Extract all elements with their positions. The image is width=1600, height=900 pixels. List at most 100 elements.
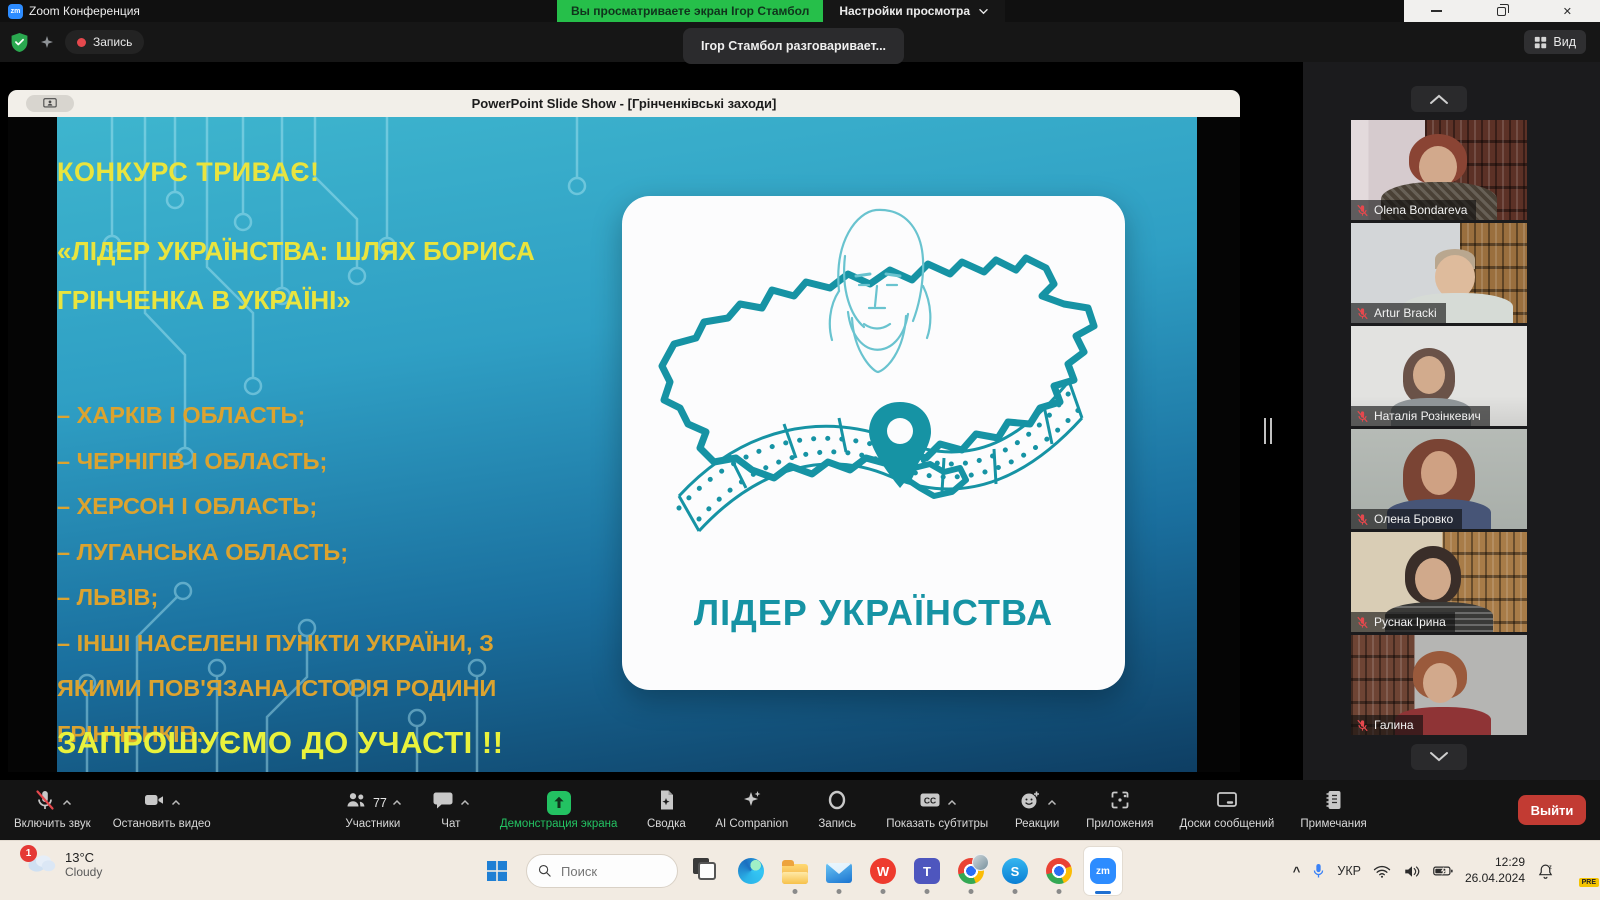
toolbar-summary-button[interactable]: Сводка (643, 791, 689, 830)
wifi-icon[interactable] (1373, 864, 1391, 879)
active-speaker-tooltip: Iгор Стамбол разговаривает... (683, 28, 904, 64)
chevron-up-icon[interactable] (460, 799, 470, 807)
slide-heading: КОНКУРС ТРИВАЄ! (57, 157, 320, 188)
volume-icon[interactable] (1403, 864, 1421, 879)
taskbar-app-skype[interactable]: S (996, 847, 1034, 895)
participant-name-tag: Галина (1351, 715, 1423, 735)
taskbar-app-teams[interactable]: T (908, 847, 946, 895)
participant-name-tag: Олена Бровко (1351, 509, 1462, 529)
panel-resize-handle[interactable] (1264, 418, 1272, 444)
window-controls: ✕ (1404, 0, 1600, 22)
mic-muted-icon (1356, 616, 1369, 629)
toolbar-share-screen-button[interactable]: Демонстрация экрана (500, 791, 618, 830)
taskbar-app-edge[interactable] (732, 847, 770, 895)
slide-location-item: – ХАРКІВ І ОБЛАСТЬ; (57, 393, 582, 439)
presenter-view-button[interactable] (26, 95, 74, 112)
slide-cta: ЗАПРОШУЄМО ДО УЧАСТІ !! (57, 725, 504, 761)
view-settings-dropdown[interactable]: Настройки просмотра (823, 0, 1005, 22)
mic-muted-icon (1356, 307, 1369, 320)
participant-video[interactable]: Руснак Ірина (1351, 532, 1527, 632)
notes-icon (1322, 788, 1346, 817)
reactions-icon (1018, 788, 1042, 817)
window-titlebar: zm Zoom Конференция Вы просматриваете эк… (0, 0, 1600, 22)
captions-icon: CC (918, 788, 942, 817)
taskbar-app-zoom[interactable]: zm (1084, 847, 1122, 895)
zoom-app-icon: zm (8, 4, 23, 19)
chat-icon (431, 788, 455, 817)
toolbar-whiteboard-button[interactable]: Доски сообщений (1179, 791, 1274, 830)
participant-name-tag: Руснак Ірина (1351, 612, 1455, 632)
participant-video[interactable]: Галина (1351, 635, 1527, 735)
chevron-up-icon (1428, 93, 1450, 105)
notification-bell-icon[interactable]: z (1537, 863, 1554, 880)
panel-gap (1240, 62, 1303, 780)
close-button[interactable]: ✕ (1535, 0, 1600, 22)
recording-indicator[interactable]: Запись (65, 30, 144, 54)
search-icon (537, 863, 552, 883)
toolbar-mic-off-button[interactable]: Включить звук (14, 791, 91, 830)
system-tray: ^ УКР 12:29 26.04.2024 z P (1293, 841, 1592, 900)
toolbar-reactions-button[interactable]: Реакции (1014, 791, 1060, 830)
tray-time: 12:29 (1495, 855, 1525, 871)
mic-off-icon (33, 788, 57, 817)
chevron-up-icon[interactable] (1047, 799, 1057, 807)
battery-icon[interactable] (1433, 865, 1453, 877)
chevron-up-icon[interactable] (947, 799, 957, 807)
participant-name-tag: Наталія Розінкевич (1351, 406, 1490, 426)
scroll-participants-down-button[interactable] (1411, 744, 1467, 770)
recording-label: Запись (93, 35, 132, 49)
participant-video[interactable]: Наталія Розінкевич (1351, 326, 1527, 426)
participant-video[interactable]: Olena Bondareva (1351, 120, 1527, 220)
participants-sidebar: Olena Bondareva Artur Bracki Наталія Роз… (1303, 62, 1600, 780)
chevron-up-icon[interactable] (392, 799, 402, 807)
start-button[interactable] (478, 849, 516, 893)
toolbar-apps-button[interactable]: Приложения (1086, 791, 1153, 830)
chevron-up-icon[interactable] (62, 799, 72, 807)
window-title: Zoom Конференция (29, 4, 140, 18)
toolbar-notes-button[interactable]: Примечания (1300, 791, 1366, 830)
record-icon (825, 788, 849, 817)
sparkle-icon[interactable] (39, 34, 55, 50)
clock[interactable]: 12:29 26.04.2024 (1465, 855, 1525, 886)
taskbar-app-file-explorer[interactable] (776, 847, 814, 895)
weather-widget[interactable]: 1 13°C Cloudy (26, 850, 102, 879)
participant-name: Галина (1374, 718, 1414, 732)
participant-name: Наталія Розінкевич (1374, 409, 1481, 423)
restore-button[interactable] (1469, 0, 1534, 22)
restore-icon (1497, 7, 1506, 16)
mic-muted-icon (1356, 204, 1369, 217)
microphone-tray-icon[interactable] (1312, 862, 1325, 880)
toolbar-record-button[interactable]: Запись (814, 791, 860, 830)
taskbar-app-task-view[interactable] (688, 847, 726, 895)
minimize-icon (1431, 10, 1442, 12)
toolbar-ai-sparkle-button[interactable]: AI Companion (715, 791, 788, 830)
taskbar-search[interactable] (526, 854, 678, 888)
notification-badge: 1 (20, 845, 37, 862)
chevron-up-icon[interactable] (171, 799, 181, 807)
contest-logo-card: ЛІДЕР УКРАЇНСТВА (622, 196, 1125, 690)
leave-meeting-button[interactable]: Выйти (1518, 795, 1586, 825)
close-icon: ✕ (1563, 5, 1572, 18)
minimize-button[interactable] (1404, 0, 1469, 22)
mic-muted-icon (1356, 719, 1369, 732)
toolbar-captions-button[interactable]: CC Показать субтитры (886, 791, 988, 830)
taskbar-app-mail[interactable] (820, 847, 858, 895)
copilot-icon[interactable]: PRE (1566, 858, 1592, 884)
language-indicator[interactable]: УКР (1337, 864, 1361, 878)
presentation-slide: КОНКУРС ТРИВАЄ! «ЛІДЕР УКРАЇНСТВА: ШЛЯХ … (57, 117, 1197, 772)
screen-viewing-banner: Вы просматриваете экран Iгор Стамбол (557, 0, 823, 22)
participant-video[interactable]: Artur Bracki (1351, 223, 1527, 323)
apps-icon (1108, 788, 1132, 817)
taskbar-app-chrome[interactable] (1040, 847, 1078, 895)
taskbar-app-wps-office[interactable]: W (864, 847, 902, 895)
participant-video[interactable]: Олена Бровко (1351, 429, 1527, 529)
view-button[interactable]: Вид (1524, 30, 1586, 54)
windows-logo-icon (487, 861, 507, 881)
taskbar-app-chrome-with-camera[interactable] (952, 847, 990, 895)
security-shield-icon[interactable] (10, 32, 29, 53)
toolbar-chat-button[interactable]: Чат (428, 791, 474, 830)
tray-expand-button[interactable]: ^ (1293, 864, 1301, 879)
toolbar-participants-button[interactable]: 77 Участники (344, 791, 402, 830)
toolbar-camera-button[interactable]: Остановить видео (113, 791, 211, 830)
scroll-participants-up-button[interactable] (1411, 86, 1467, 112)
